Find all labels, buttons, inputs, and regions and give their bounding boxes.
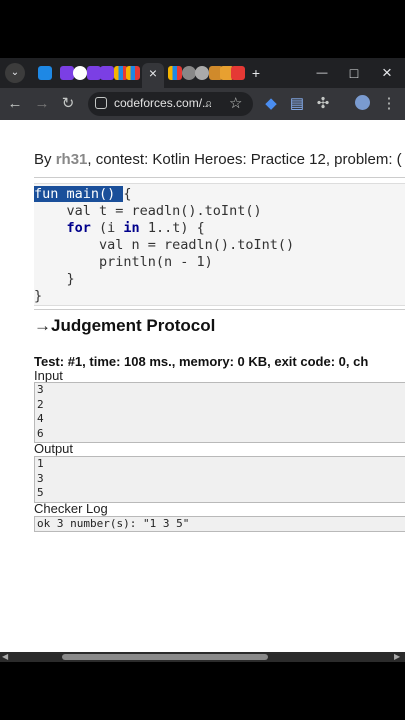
code-line-1: fun main() { — [34, 186, 132, 203]
codeforces-favicon-icon-2[interactable] — [126, 66, 140, 80]
keyword-in: in — [123, 220, 140, 236]
diamond-favicon-icon[interactable] — [38, 66, 52, 80]
address-bar[interactable]: codeforces.com/... ⌕ ☆ — [88, 92, 253, 116]
scrollbar-thumb[interactable] — [62, 654, 268, 660]
new-tab-button[interactable]: + — [248, 63, 264, 83]
window-close-button[interactable]: × — [378, 63, 396, 83]
input-line: 6 — [37, 426, 44, 440]
test-summary: Test: #1, time: 108 ms., memory: 0 KB, e… — [34, 354, 369, 369]
globe-favicon-icon[interactable] — [182, 66, 196, 80]
minimize-icon: — — [316, 67, 328, 79]
scroll-right-arrow-icon[interactable]: ▶ — [394, 652, 400, 662]
code-brace: { — [123, 186, 132, 202]
plus-icon: + — [251, 65, 261, 81]
input-box[interactable]: 3 2 4 6 — [34, 382, 405, 443]
k-favicon-icon-2[interactable] — [87, 66, 101, 80]
globe-favicon-icon-2[interactable] — [195, 66, 209, 80]
output-label: Output — [34, 441, 74, 456]
forward-button[interactable]: → — [33, 95, 51, 113]
output-box[interactable]: 1 3 5 — [34, 456, 405, 503]
browser-toolbar: ← → ↻ codeforces.com/... ⌕ ☆ ◆ ▤ ✣ ⋮ — [0, 88, 405, 120]
url-text: codeforces.com/... — [114, 96, 213, 110]
input-line: 4 — [37, 412, 44, 425]
forward-arrow-icon: → — [34, 95, 50, 112]
k-favicon-icon-3[interactable] — [100, 66, 114, 80]
site-info-icon[interactable] — [95, 97, 107, 109]
divider — [34, 177, 405, 178]
input-line: 2 — [37, 397, 44, 411]
maximize-button[interactable]: □ — [345, 63, 363, 83]
input-label: Input — [34, 368, 63, 383]
keyword-for: for — [66, 220, 91, 236]
close-icon: × — [148, 65, 158, 81]
profile-avatar-icon[interactable] — [353, 95, 371, 113]
code-line-3: for (i in 1..t) { — [34, 220, 205, 237]
output-line: 5 — [37, 486, 44, 499]
judgement-title: Judgement Protocol — [51, 316, 216, 335]
minimize-button[interactable]: — — [313, 63, 331, 83]
extension-doc-icon[interactable]: ▤ — [288, 95, 306, 113]
page-content: By rh31, contest: Kotlin Heroes: Practic… — [0, 120, 405, 652]
tab-strip: ⌄ × + — □ × — [0, 58, 405, 88]
code-line-6: } — [34, 271, 75, 287]
close-icon: × — [382, 63, 392, 82]
back-button[interactable]: ← — [6, 95, 24, 113]
judgement-protocol-heading[interactable]: →Judgement Protocol — [34, 316, 215, 336]
submission-byline: By rh31, contest: Kotlin Heroes: Practic… — [34, 151, 402, 168]
google-favicon-icon[interactable] — [73, 66, 87, 80]
code-line-4: val n = readln().toInt() — [34, 237, 295, 253]
horizontal-scrollbar[interactable]: ◀ ▶ — [0, 652, 405, 662]
code-line-2: val t = readln().toInt() — [34, 203, 262, 219]
author-link[interactable]: rh31 — [56, 151, 88, 168]
output-line: 3 — [37, 471, 44, 485]
k-favicon-icon[interactable] — [60, 66, 74, 80]
extensions-puzzle-icon[interactable]: ✣ — [314, 95, 332, 113]
code-line-7: } — [34, 288, 43, 304]
byline-prefix: By — [34, 151, 56, 168]
code-fragment-2: 1..t) { — [139, 220, 205, 236]
code-line-5: println(n - 1) — [34, 254, 213, 270]
chevron-down-icon: ⌄ — [10, 67, 20, 78]
extension-diamond-icon[interactable]: ◆ — [262, 95, 280, 113]
back-arrow-icon: ← — [7, 95, 23, 112]
byline-contest-info: , contest: Kotlin Heroes: Practice 12, p… — [87, 151, 402, 168]
menu-kebab-icon[interactable]: ⋮ — [380, 95, 398, 113]
active-tab-close-button[interactable]: × — [142, 63, 164, 88]
input-line: 3 — [37, 383, 44, 396]
bookmark-star-icon[interactable]: ☆ — [229, 94, 242, 112]
checker-log-box[interactable]: ok 3 number(s): "1 3 5" — [34, 516, 405, 532]
zoom-search-icon[interactable]: ⌕ — [205, 95, 212, 111]
divider — [34, 309, 405, 310]
checker-log-line: ok 3 number(s): "1 3 5" — [37, 517, 190, 530]
bottom-black-band — [0, 662, 405, 720]
top-black-band — [0, 0, 405, 58]
code-fragment: (i — [90, 220, 124, 236]
codeforces-favicon-icon-3[interactable] — [168, 66, 182, 80]
expand-arrow-icon: → — [34, 316, 51, 335]
source-code-block[interactable]: fun main() { val t = readln().toInt() fo… — [34, 183, 405, 306]
reload-icon: ↻ — [61, 95, 75, 112]
tab-search-button[interactable]: ⌄ — [5, 63, 25, 83]
youtube-favicon-icon[interactable] — [231, 66, 245, 80]
selected-code-text: fun main() — [34, 186, 124, 202]
maximize-icon: □ — [349, 65, 359, 81]
checker-log-label: Checker Log — [34, 501, 108, 516]
scroll-left-arrow-icon[interactable]: ◀ — [2, 652, 8, 662]
output-line: 1 — [37, 457, 44, 470]
reload-button[interactable]: ↻ — [59, 95, 77, 113]
